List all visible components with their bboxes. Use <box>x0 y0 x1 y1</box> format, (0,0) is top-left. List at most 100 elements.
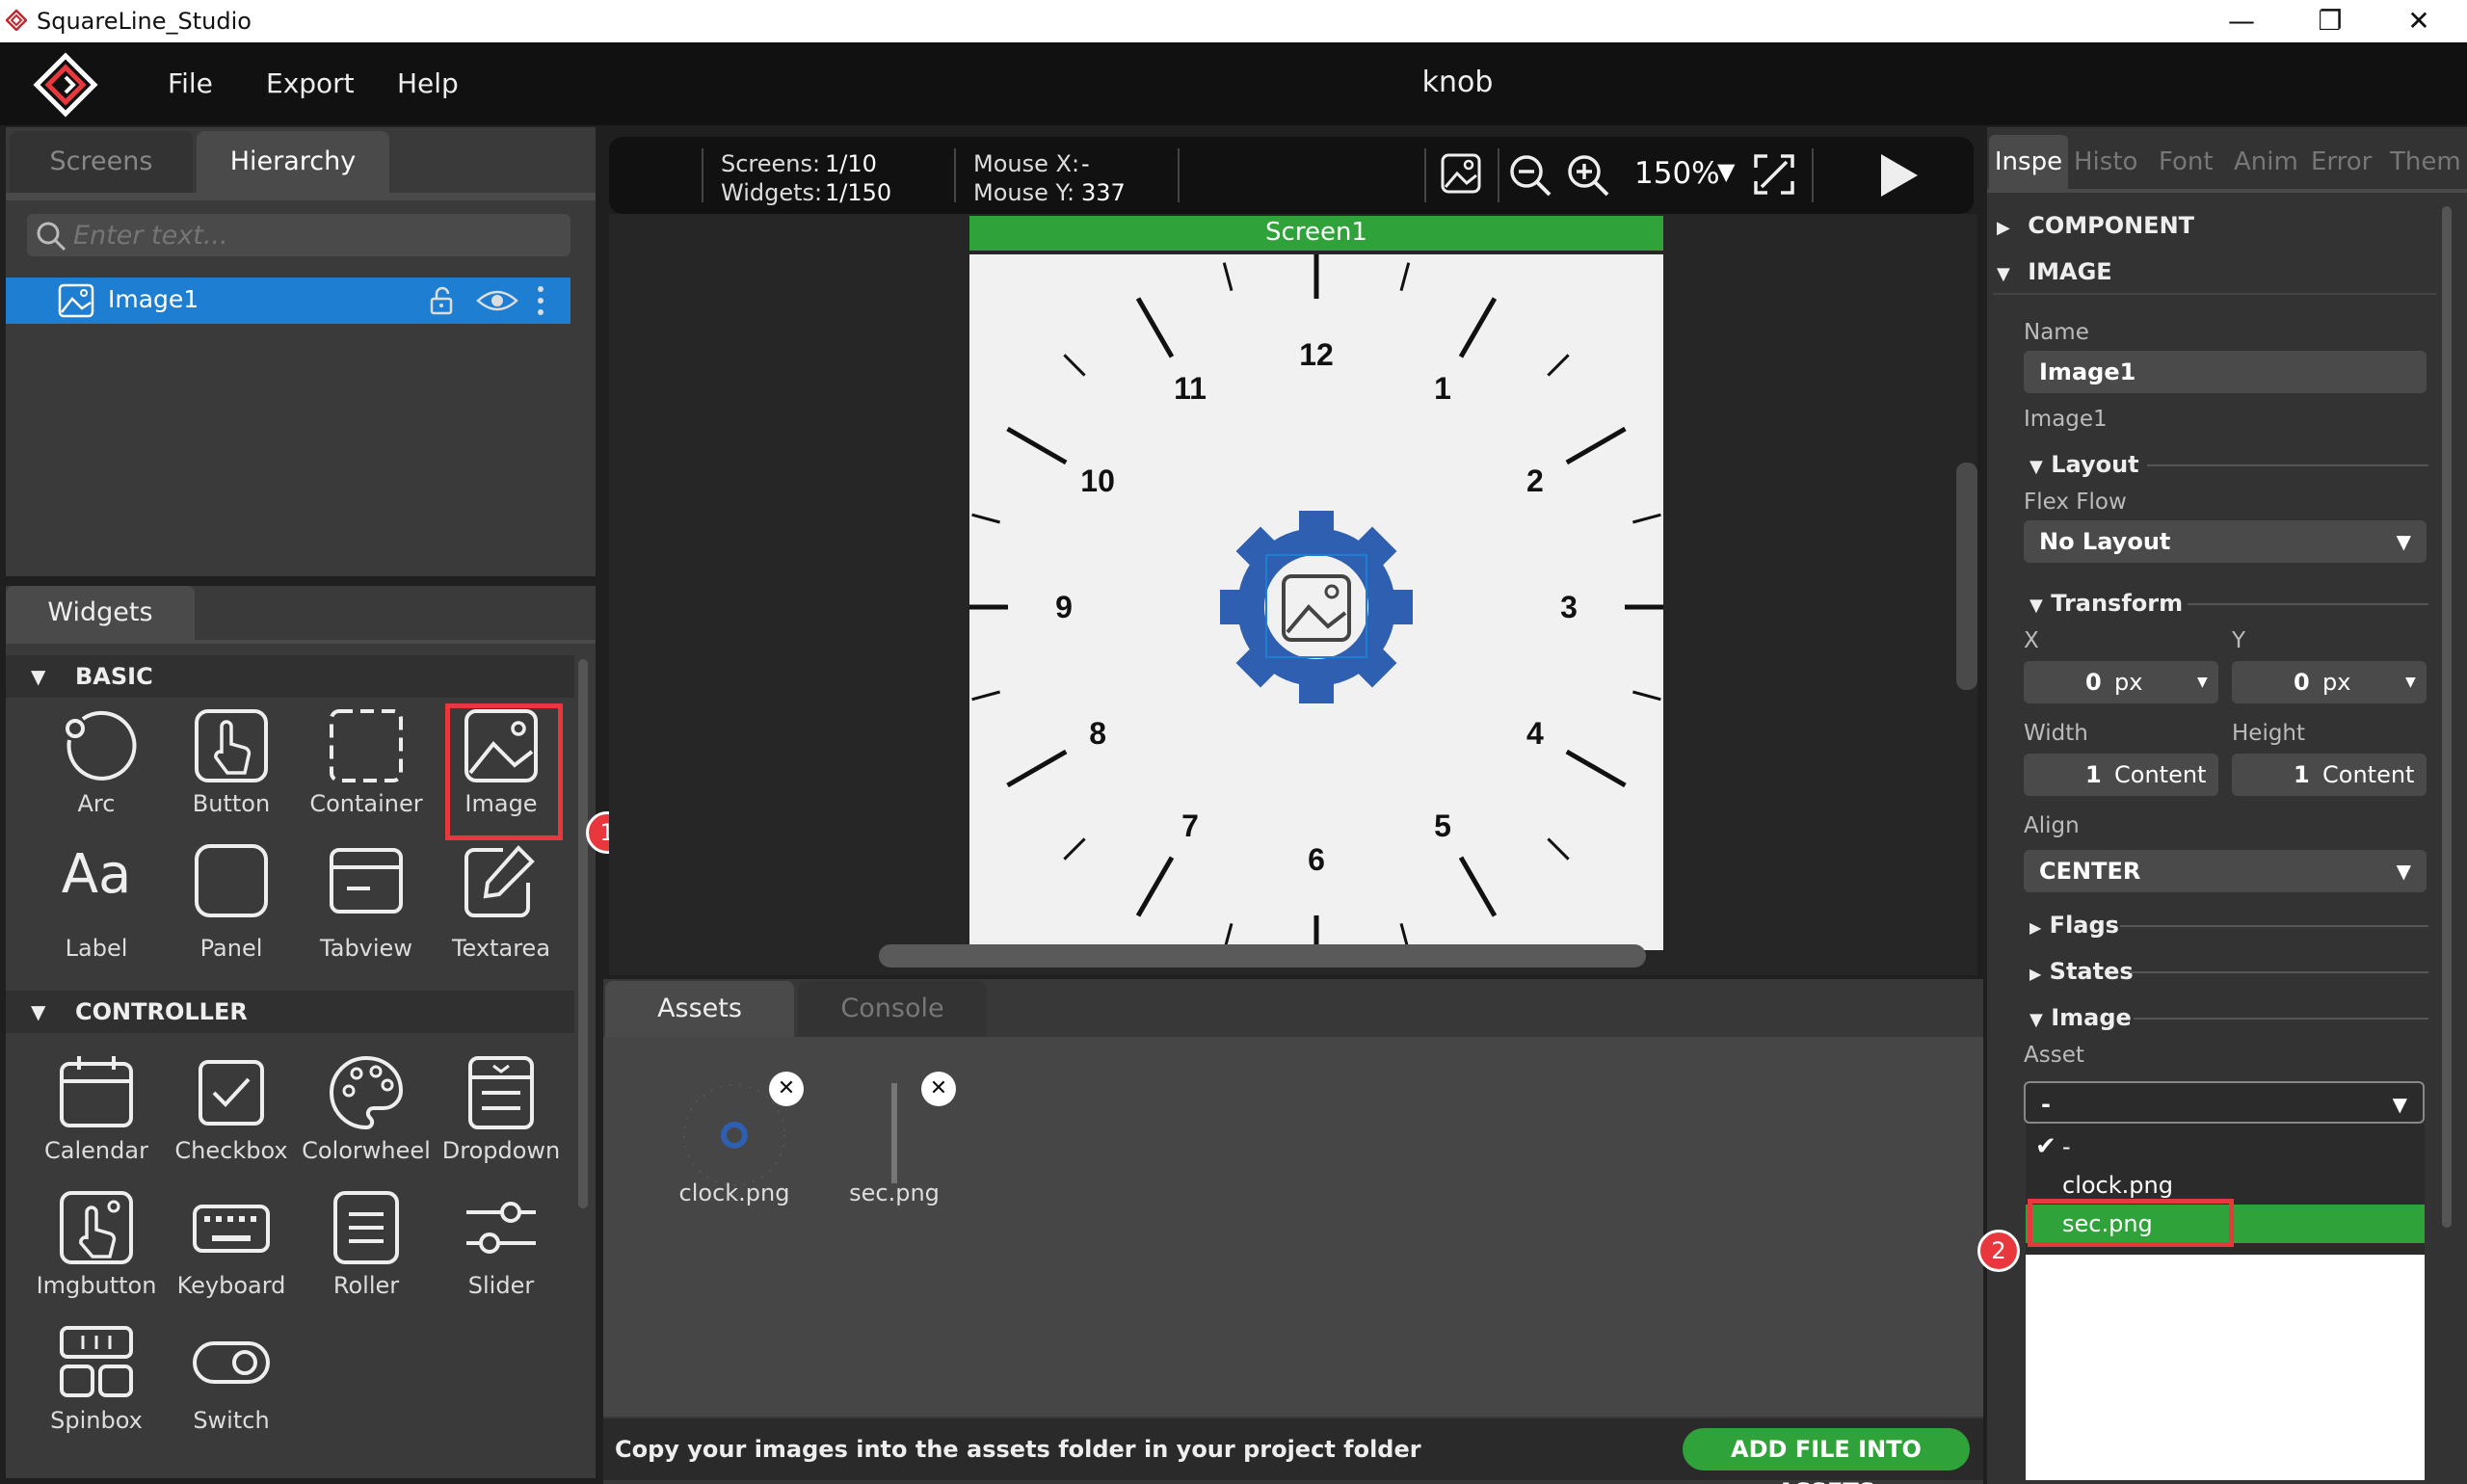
flags-section[interactable]: ▶ Flags <box>2029 912 2119 939</box>
close-button[interactable]: ✕ <box>2390 2 2448 40</box>
background-image-icon[interactable] <box>1440 152 1482 195</box>
section-basic[interactable]: ▼ BASIC <box>6 655 574 698</box>
widget-keyboard[interactable]: Keyboard <box>166 1179 297 1311</box>
image-section-title: IMAGE <box>2028 258 2112 285</box>
tab-font[interactable]: Font <box>2159 135 2214 189</box>
section-divider <box>2130 971 2428 973</box>
section-controller[interactable]: ▼ CONTROLLER <box>6 991 574 1033</box>
tab-console[interactable]: Console <box>798 981 987 1037</box>
image-subsection[interactable]: ▼ Image <box>2029 1004 2132 1031</box>
dropdown-icon <box>468 1056 534 1129</box>
fit-screen-icon[interactable] <box>1752 152 1796 197</box>
zoom-out-icon[interactable] <box>1507 152 1553 199</box>
panel-icon <box>195 844 268 917</box>
minute-tick <box>1547 354 1570 377</box>
unit-dropdown-icon[interactable]: ▼ <box>2405 661 2416 703</box>
tab-inspector[interactable]: Inspe <box>1989 135 2068 189</box>
tab-widgets[interactable]: Widgets <box>6 586 195 640</box>
layout-section[interactable]: ▼ Layout <box>2029 451 2139 478</box>
remove-asset-icon[interactable]: ✕ <box>921 1072 956 1106</box>
switch-icon <box>193 1341 270 1384</box>
zoom-dropdown-icon[interactable]: ▼ <box>1717 158 1735 185</box>
widget-roller[interactable]: Roller <box>301 1179 432 1311</box>
width-input[interactable]: 1 Content <box>2024 754 2218 796</box>
y-input[interactable]: 0 px ▼ <box>2232 661 2427 703</box>
expand-arrow-icon: ▶ <box>1997 218 2010 238</box>
flex-flow-select[interactable]: No Layout ▼ <box>2024 520 2427 563</box>
widget-arc[interactable]: Arc <box>31 698 162 829</box>
height-input[interactable]: 1 Content <box>2232 754 2427 796</box>
component-section[interactable]: ▶ COMPONENT <box>1997 212 2194 239</box>
widget-tabview[interactable]: Tabview <box>301 833 432 964</box>
remove-asset-icon[interactable]: ✕ <box>769 1072 804 1106</box>
zoom-in-icon[interactable] <box>1565 152 1611 199</box>
tab-history[interactable]: Histo <box>2074 135 2137 189</box>
hour-tick <box>1006 749 1068 788</box>
asset-select[interactable]: - ▼ <box>2024 1081 2425 1124</box>
widget-slider[interactable]: Slider <box>436 1179 567 1311</box>
canvas-vertical-scrollbar[interactable] <box>1956 463 1977 690</box>
tab-theme[interactable]: Them <box>2390 135 2461 189</box>
more-options-icon[interactable] <box>534 283 547 318</box>
collapse-arrow-icon: ▼ <box>1997 264 2010 284</box>
tab-error[interactable]: Error <box>2311 135 2372 189</box>
assets-status-bar: Copy your images into the assets folder … <box>603 1418 1983 1484</box>
tree-item-image1[interactable]: Image1 <box>6 278 570 324</box>
widget-button[interactable]: Button <box>166 698 297 829</box>
mouse-y-value: 337 <box>1081 179 1126 206</box>
restore-button[interactable]: ❐ <box>2301 2 2359 40</box>
dropdown-option-none[interactable]: ✔ - <box>2026 1127 2425 1166</box>
states-section[interactable]: ▶ States <box>2029 958 2134 985</box>
screen-preview[interactable]: 12 1 2 3 4 5 6 7 8 9 10 11 <box>969 254 1663 950</box>
x-label: X <box>2024 628 2039 653</box>
y-label: Y <box>2232 628 2246 653</box>
widgets-scrollbar[interactable] <box>578 659 588 1208</box>
tab-hierarchy[interactable]: Hierarchy <box>197 131 389 193</box>
widget-container[interactable]: Container <box>301 698 432 829</box>
zoom-level[interactable]: 150% <box>1634 156 1720 191</box>
widget-label[interactable]: Aa Label <box>31 833 162 964</box>
screen-title-bar[interactable]: Screen1 <box>969 216 1663 251</box>
transform-section[interactable]: ▼ Transform <box>2029 590 2183 617</box>
unit-dropdown-icon[interactable]: ▼ <box>2197 661 2208 703</box>
widget-dropdown[interactable]: Dropdown <box>436 1045 567 1176</box>
widget-calendar[interactable]: Calendar <box>31 1045 162 1176</box>
dropdown-arrow-icon: ▼ <box>2392 1093 2407 1116</box>
hour-tick <box>1006 426 1068 465</box>
unlock-icon[interactable] <box>426 285 457 316</box>
screens-count-label: Screens: <box>721 150 821 177</box>
widget-panel[interactable]: Panel <box>166 833 297 964</box>
inspector-scrollbar[interactable] <box>2442 206 2452 1228</box>
widget-colorwheel[interactable]: Colorwheel <box>301 1045 432 1176</box>
dropdown-arrow-icon: ▼ <box>2396 530 2411 553</box>
expand-arrow-icon: ▶ <box>2029 918 2042 937</box>
widget-switch[interactable]: Switch <box>166 1314 297 1445</box>
tab-screens[interactable]: Screens <box>10 131 193 193</box>
add-file-into-assets-button[interactable]: ADD FILE INTO ASSETS <box>1683 1428 1970 1484</box>
align-select[interactable]: CENTER ▼ <box>2024 850 2427 892</box>
asset-item[interactable]: clock.png ✕ <box>648 1072 821 1216</box>
x-input[interactable]: 0 px ▼ <box>2024 661 2218 703</box>
search-input[interactable] <box>73 218 555 252</box>
minute-tick <box>971 513 1000 524</box>
widget-textarea[interactable]: Textarea <box>436 833 567 964</box>
visibility-eye-icon[interactable] <box>476 285 518 316</box>
play-icon[interactable] <box>1875 150 1922 200</box>
name-input[interactable]: Image1 <box>2024 351 2427 393</box>
button-icon <box>195 709 268 782</box>
toolbar-divider <box>1498 148 1499 202</box>
asset-item[interactable]: sec.png ✕ <box>827 1072 962 1216</box>
widget-spinbox[interactable]: Spinbox <box>31 1314 162 1445</box>
tab-assets[interactable]: Assets <box>605 981 794 1037</box>
widget-checkbox[interactable]: Checkbox <box>166 1045 297 1176</box>
minimize-button[interactable]: — <box>2213 2 2270 40</box>
canvas-horizontal-scrollbar[interactable] <box>879 944 1646 967</box>
image-section[interactable]: ▼ IMAGE <box>1997 258 2112 285</box>
tab-animation[interactable]: Anim <box>2234 135 2298 189</box>
app-logo-icon <box>6 10 27 31</box>
minute-tick <box>1399 262 1411 291</box>
clock-number: 12 <box>1299 337 1334 372</box>
section-divider <box>2147 464 2428 466</box>
clock-number: 5 <box>1434 808 1451 843</box>
widget-imgbutton[interactable]: Imgbutton <box>31 1179 162 1311</box>
